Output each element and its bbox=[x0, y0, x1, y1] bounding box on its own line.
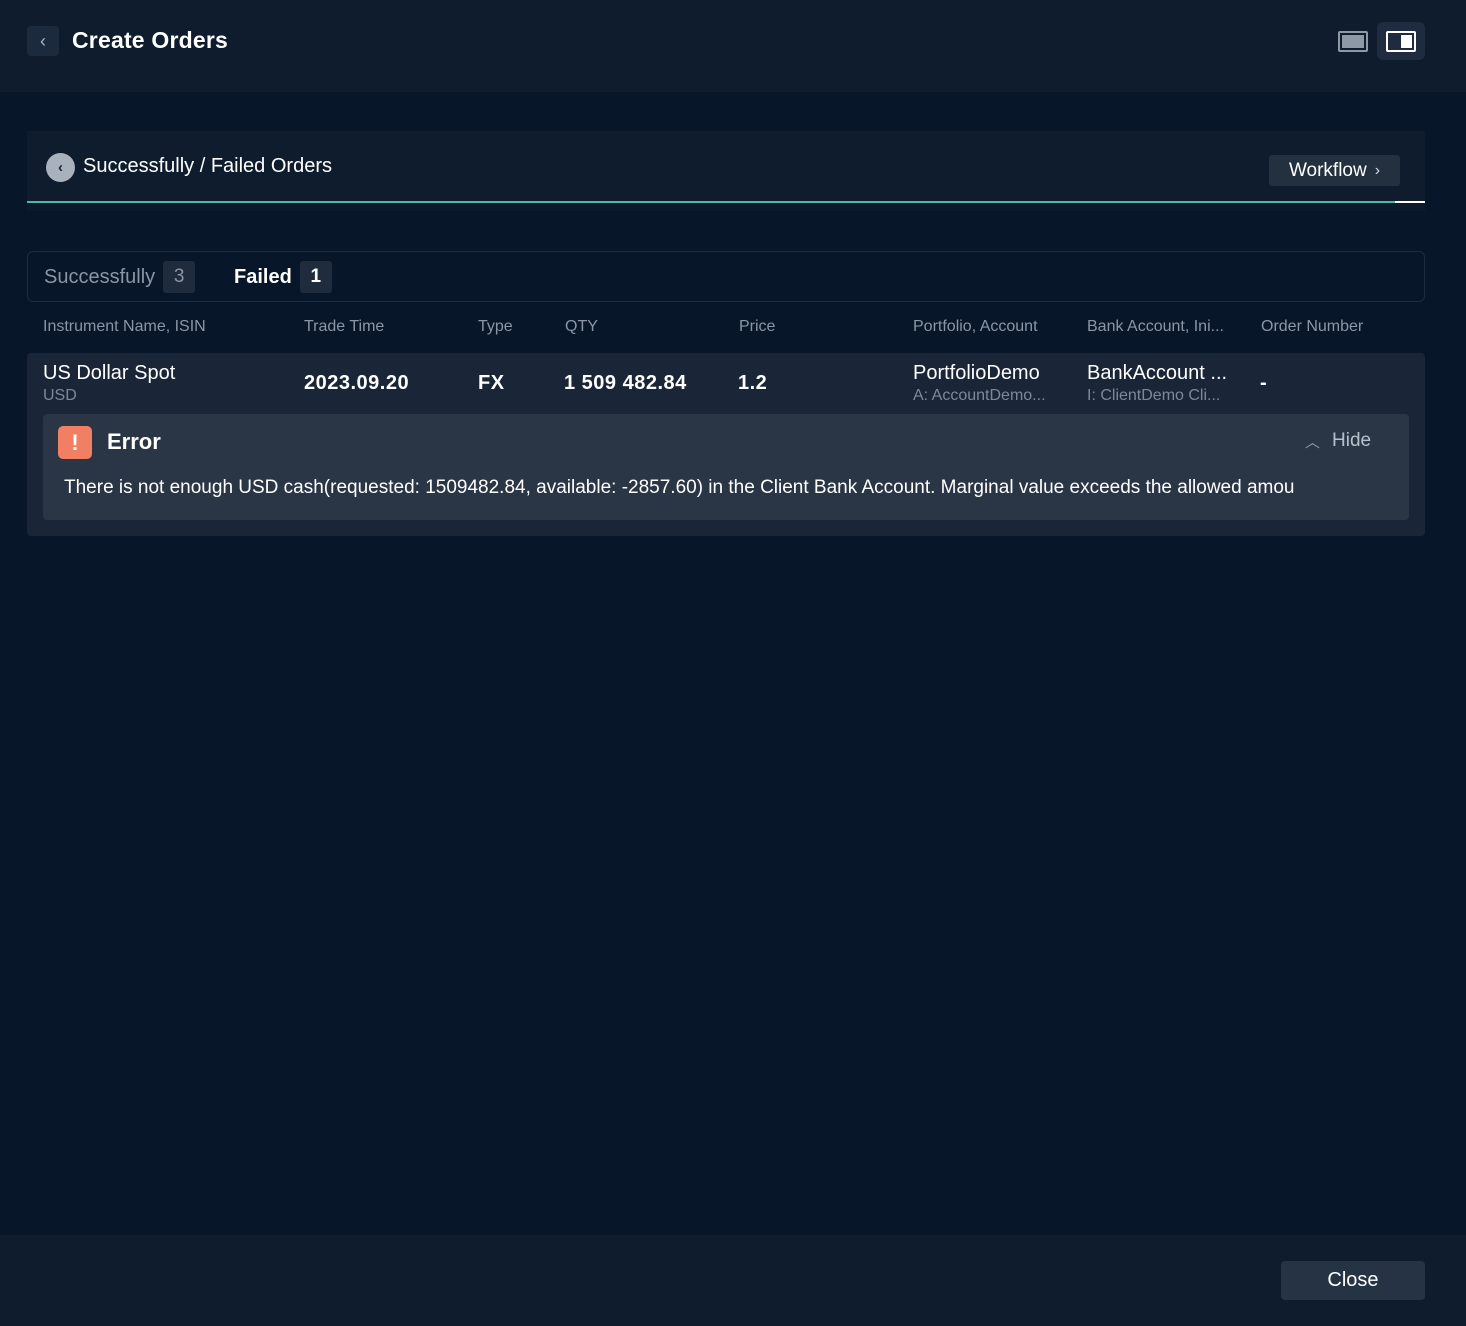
section-bar: ‹ Successfully / Failed Orders Workflow … bbox=[27, 131, 1425, 203]
hide-label: Hide bbox=[1332, 430, 1372, 451]
order-number-value: - bbox=[1260, 372, 1268, 394]
error-message: There is not enough USD cash(requested: … bbox=[64, 477, 1295, 498]
table-row[interactable]: US Dollar Spot USD 2023.09.20 FX 1 509 4… bbox=[27, 353, 1425, 536]
side-panel-view-button[interactable] bbox=[1377, 22, 1425, 60]
column-header-qty[interactable]: QTY bbox=[565, 318, 598, 336]
tab-successfully[interactable]: Successfully 3 bbox=[44, 261, 196, 293]
panel-header: ‹ Create Orders bbox=[0, 0, 1466, 92]
column-header-order-number[interactable]: Order Number bbox=[1261, 318, 1363, 336]
column-header-trade-time[interactable]: Trade Time bbox=[304, 318, 384, 336]
initiator-value: I: ClientDemo Cli... bbox=[1087, 387, 1221, 404]
portfolio-value: PortfolioDemo bbox=[913, 362, 1040, 384]
trade-time-value: 2023.09.20 bbox=[304, 372, 410, 394]
qty-value: 1 509 482.84 bbox=[564, 372, 687, 394]
tab-label: Failed bbox=[234, 265, 292, 288]
tab-failed[interactable]: Failed 1 bbox=[234, 261, 332, 293]
hide-error-button[interactable]: ︿ Hide bbox=[1305, 430, 1371, 452]
tab-label: Successfully bbox=[44, 265, 156, 288]
workflow-button[interactable]: Workflow › bbox=[1269, 155, 1400, 186]
column-header-portfolio[interactable]: Portfolio, Account bbox=[913, 318, 1038, 336]
column-header-type[interactable]: Type bbox=[478, 318, 513, 336]
bank-account-value: BankAccount ... bbox=[1087, 362, 1228, 384]
full-width-view-icon bbox=[1338, 30, 1368, 52]
tab-count-badge: 1 bbox=[299, 261, 332, 293]
close-button[interactable]: Close bbox=[1281, 1261, 1425, 1300]
page-title: Create Orders bbox=[72, 27, 229, 53]
back-button[interactable]: ‹ bbox=[27, 26, 59, 56]
instrument-name: US Dollar Spot bbox=[43, 362, 176, 384]
result-tabs: Successfully 3 Failed 1 bbox=[27, 251, 1425, 302]
create-orders-panel: ‹ Create Orders ‹ Successfully / Failed … bbox=[0, 0, 1466, 1326]
chevron-up-icon: ︿ bbox=[1305, 433, 1321, 451]
section-title: Successfully / Failed Orders bbox=[83, 155, 332, 177]
instrument-isin: USD bbox=[43, 387, 77, 404]
error-alert-icon: ! bbox=[58, 426, 92, 459]
tab-count-badge: 3 bbox=[163, 261, 196, 293]
column-header-instrument[interactable]: Instrument Name, ISIN bbox=[43, 318, 206, 336]
full-width-view-button[interactable] bbox=[1329, 22, 1377, 60]
column-header-bank-account[interactable]: Bank Account, Ini... bbox=[1087, 318, 1224, 336]
account-value: A: AccountDemo... bbox=[913, 387, 1046, 404]
type-value: FX bbox=[478, 372, 505, 394]
error-title: Error bbox=[107, 429, 161, 454]
chevron-left-circle-icon: ‹ bbox=[58, 159, 63, 176]
chevron-left-icon: ‹ bbox=[40, 30, 46, 51]
workflow-label: Workflow bbox=[1288, 159, 1367, 181]
price-value: 1.2 bbox=[738, 372, 768, 394]
panel-footer: Close bbox=[0, 1235, 1466, 1326]
chevron-right-icon: › bbox=[1374, 161, 1381, 179]
section-bar-shadow bbox=[27, 203, 1425, 211]
side-panel-view-icon bbox=[1386, 30, 1416, 52]
error-panel: ! Error ︿ Hide There is not enough USD c… bbox=[43, 414, 1409, 520]
section-back-button[interactable]: ‹ bbox=[46, 153, 75, 182]
column-header-price[interactable]: Price bbox=[739, 318, 775, 336]
